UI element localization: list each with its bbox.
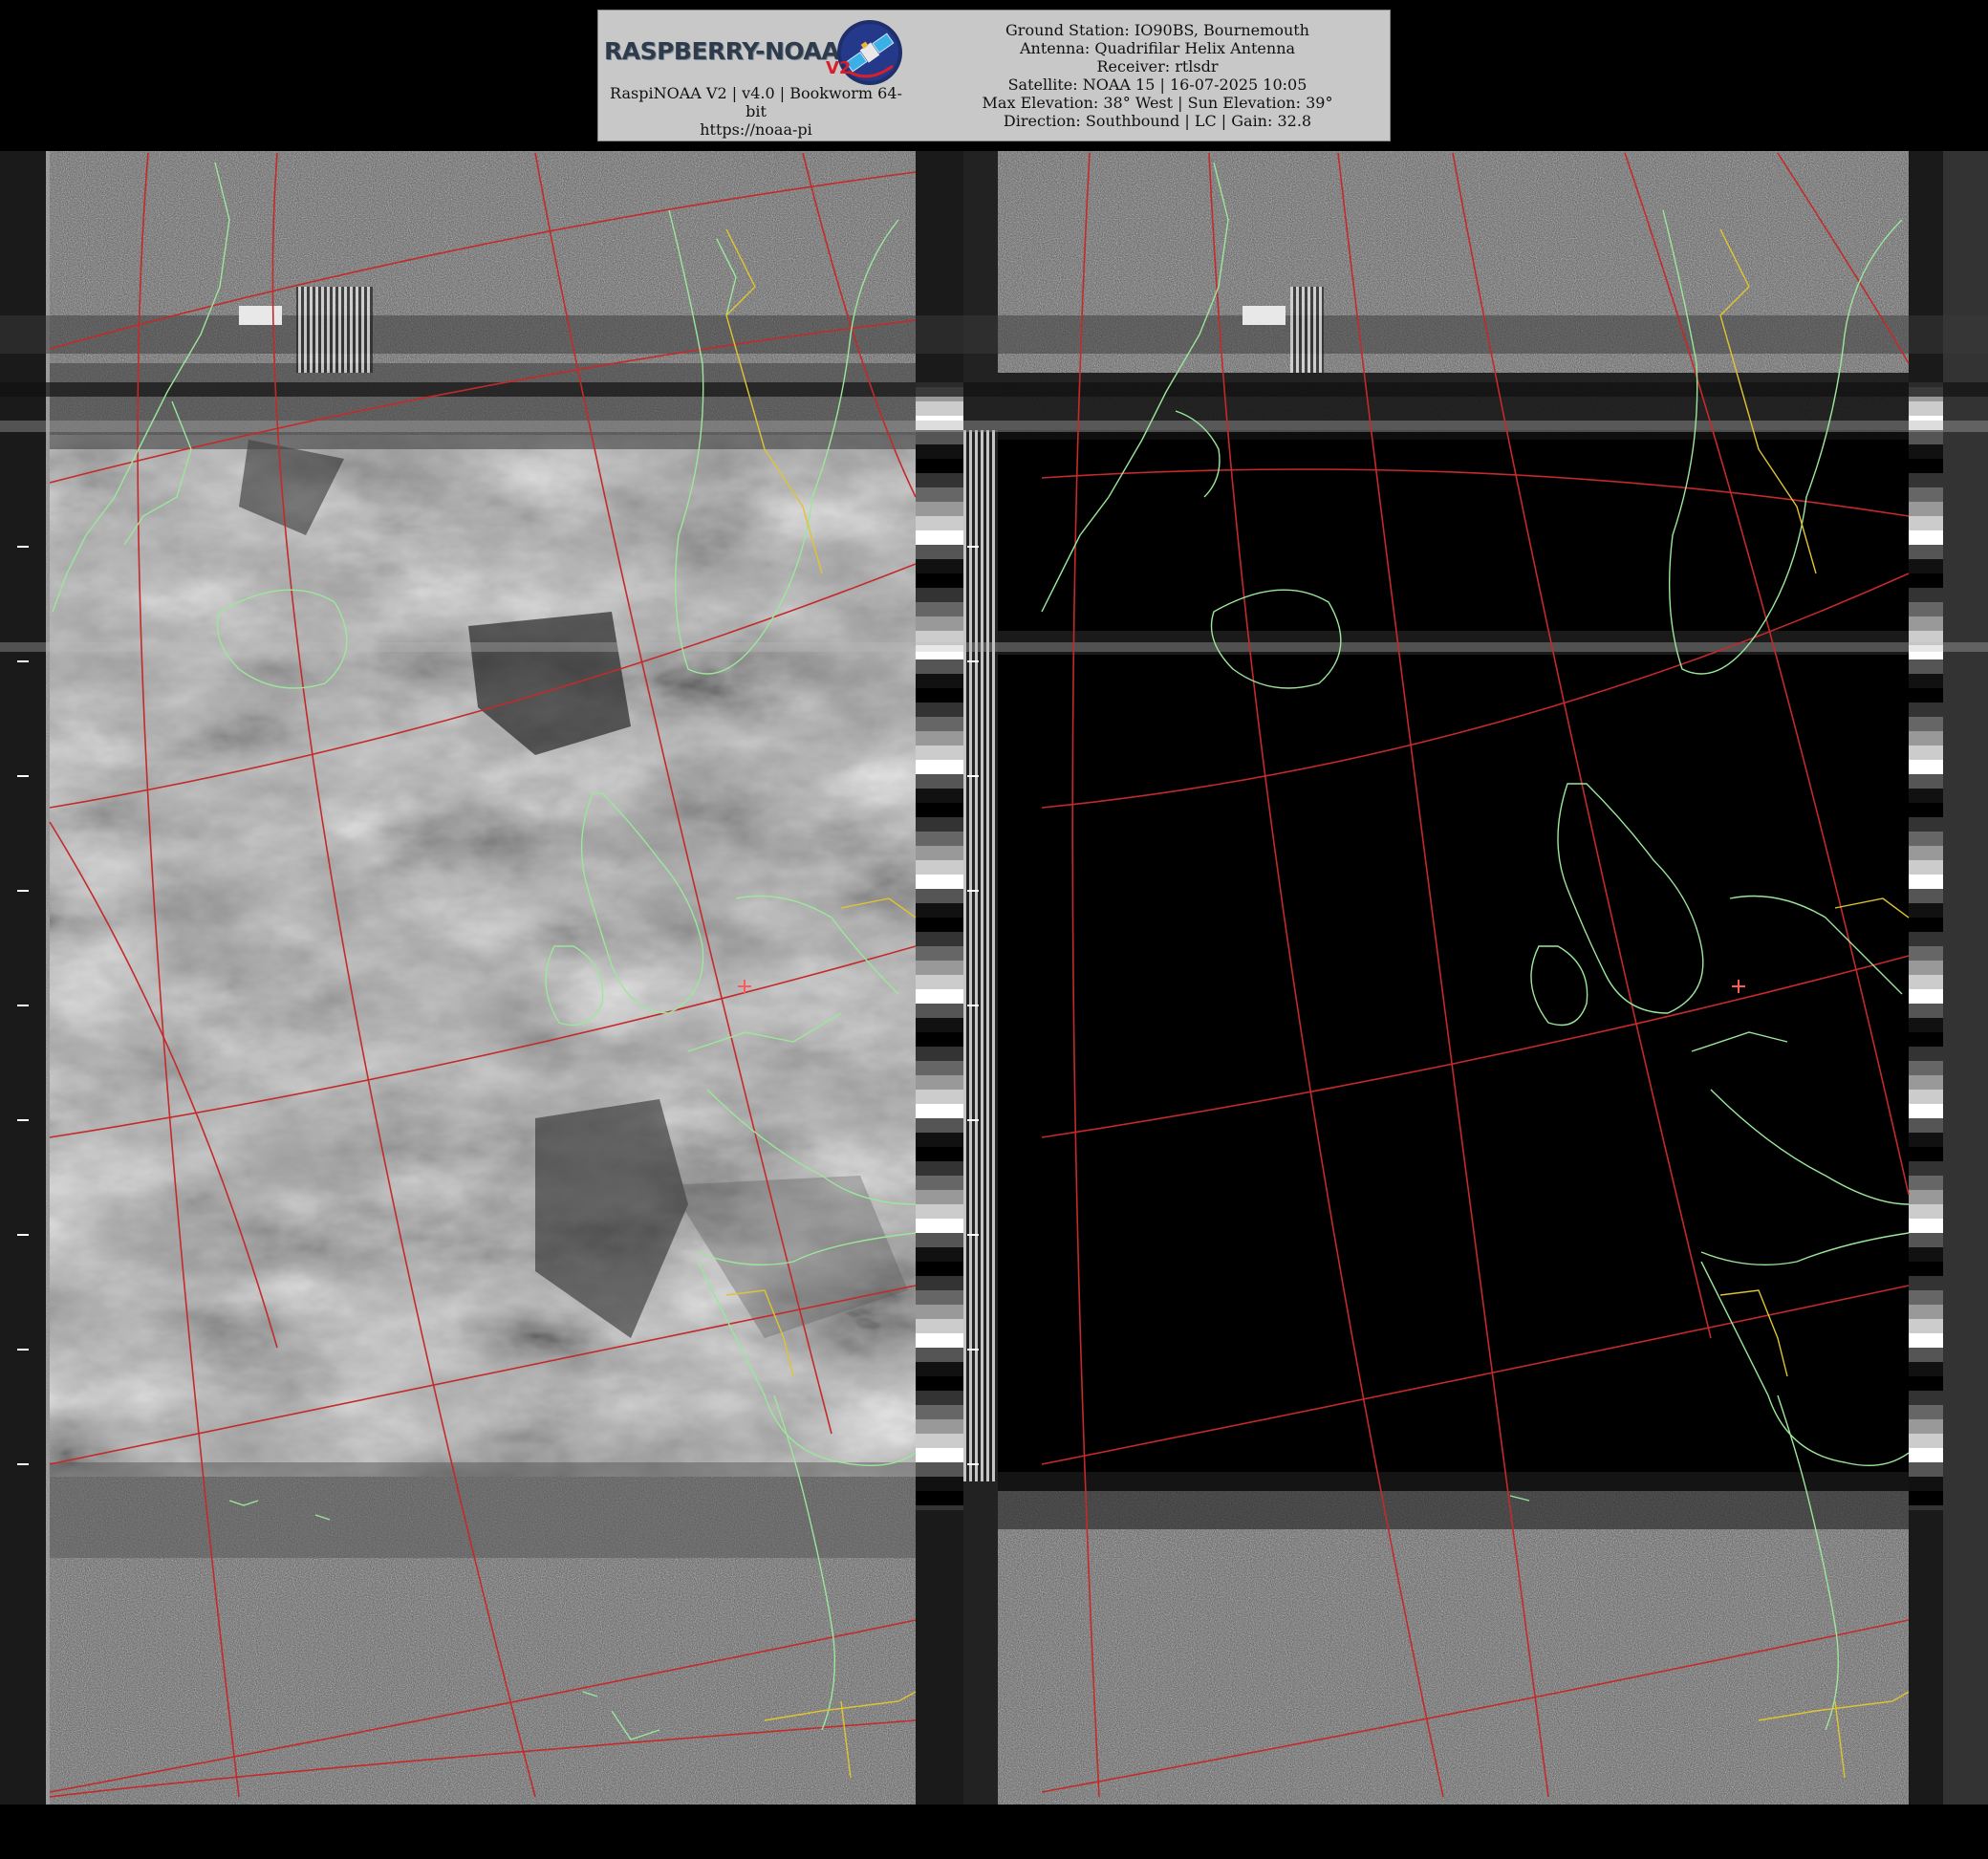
logo-text: RASPBERRY-NOAA [604, 37, 840, 65]
software-line-2: bit [746, 102, 767, 120]
logo-version: V2 [826, 58, 852, 78]
elevation-info: Max Elevation: 38° West | Sun Elevation:… [982, 94, 1333, 112]
software-info: RaspiNOAA V2 | v4.0 | Bookworm 64- bit h… [604, 84, 908, 139]
ground-station: Ground Station: IO90BS, Bournemouth [1005, 21, 1309, 39]
receiver: Receiver: rtlsdr [1096, 57, 1219, 76]
raspberry-noaa-logo: RASPBERRY-NOAA V2 [602, 16, 918, 87]
software-url: https://noaa-pi [700, 120, 812, 139]
pass-info-header: RASPBERRY-NOAA V2 RaspiNOAA V2 | v4.0 | … [597, 10, 1391, 141]
software-line-1: RaspiNOAA V2 | v4.0 | Bookworm 64- [610, 84, 902, 102]
apt-satellite-image [0, 0, 1988, 1859]
infrared-channel [998, 373, 1909, 1529]
direction-info: Direction: Southbound | LC | Gain: 32.8 [1003, 112, 1312, 130]
pass-details: Ground Station: IO90BS, Bournemouth Ante… [928, 21, 1387, 130]
satellite-pass: Satellite: NOAA 15 | 16-07-2025 10:05 [1007, 76, 1307, 94]
antenna: Antenna: Quadrifilar Helix Antenna [1019, 39, 1296, 57]
visible-channel [50, 363, 916, 1558]
